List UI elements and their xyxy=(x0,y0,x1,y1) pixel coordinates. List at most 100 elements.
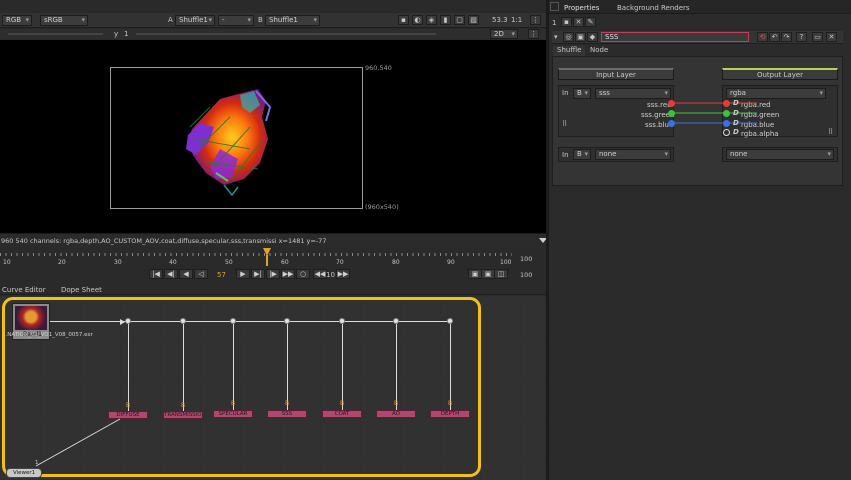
first-frame-icon[interactable]: |◀ xyxy=(149,269,163,279)
colorspace-dropdown[interactable]: RGB xyxy=(2,15,32,26)
zoom-value[interactable]: 53.3 xyxy=(492,16,508,24)
read-thumbnail xyxy=(15,306,47,330)
node-icon[interactable]: ◎ xyxy=(563,32,574,42)
in1-input-dropdown[interactable]: B xyxy=(573,88,591,99)
a-input-label: A xyxy=(168,16,173,24)
next-keyframe-icon[interactable]: |▶ xyxy=(266,269,280,279)
a-input-dropdown[interactable]: Shuffle1 xyxy=(175,15,215,26)
y-value[interactable]: 1 xyxy=(124,30,128,38)
tab-node[interactable]: Node xyxy=(586,46,612,56)
shuffle-node-transmission[interactable]: TRANSMISSION xyxy=(163,411,203,419)
roi-icon[interactable]: ▢ xyxy=(454,15,465,25)
close-icon[interactable]: ✕ xyxy=(826,32,837,42)
prev-keyframe-icon[interactable]: ◀| xyxy=(164,269,178,279)
in1-layer-dropdown[interactable]: sss xyxy=(595,88,671,99)
step-forward-icon[interactable]: ▶▶ xyxy=(336,269,350,279)
out-red-socket[interactable] xyxy=(723,100,730,107)
output-block-2: none xyxy=(722,147,838,162)
flipbook-icon[interactable]: ▣ xyxy=(468,269,482,279)
viewer-node[interactable]: Viewer1 xyxy=(6,468,42,478)
gain-icon[interactable]: ▪ xyxy=(398,15,409,25)
lock-icon[interactable]: ▪ xyxy=(561,17,572,27)
redo-icon[interactable]: ↷ xyxy=(781,32,792,42)
tab-dope-sheet[interactable]: Dope Sheet xyxy=(61,286,102,294)
out-blue-socket[interactable] xyxy=(723,120,730,127)
tab-properties[interactable]: Properties xyxy=(564,4,599,12)
viewer-panel: RGB sRGB A Shuffle1 - B Shuffle1 ▪ ◐ ◈ ▮… xyxy=(0,0,547,282)
next-frame-icon[interactable]: ▶| xyxy=(251,269,265,279)
shuffle-node-specular[interactable]: SPECULAR xyxy=(213,410,253,418)
timeline-ruler[interactable]: 10 20 30 40 50 60 70 80 90 100 100 xyxy=(0,248,546,266)
undo-icon[interactable]: ↶ xyxy=(769,32,780,42)
in2-layer-dropdown[interactable]: none xyxy=(595,149,671,160)
tick-label: 20 xyxy=(58,259,66,266)
increment-value[interactable]: 10 xyxy=(326,271,335,279)
pencil-icon[interactable]: ✎ xyxy=(585,17,596,27)
out-alpha-socket[interactable] xyxy=(723,129,730,136)
b-input-label: B xyxy=(394,400,399,407)
in2-input-dropdown[interactable]: B xyxy=(573,149,591,160)
current-frame[interactable]: 57 xyxy=(217,271,226,279)
clip-warning-icon[interactable]: ◈ xyxy=(426,15,437,25)
tab-shuffle[interactable]: Shuffle xyxy=(553,46,586,56)
prev-frame-icon[interactable]: ◀ xyxy=(179,269,193,279)
pane-menu-icon[interactable] xyxy=(550,2,559,11)
node-color-icon[interactable]: ◆ xyxy=(587,32,598,42)
collapse-icon[interactable]: ▾ xyxy=(554,33,558,41)
ab-mode-dropdown[interactable]: - xyxy=(218,15,254,26)
viewer-settings-icon[interactable]: ⋮ xyxy=(530,15,541,25)
tab-background-renders[interactable]: Background Renders xyxy=(617,4,690,12)
properties-count[interactable]: 1 xyxy=(552,19,556,27)
exposure-slider[interactable] xyxy=(8,33,103,35)
render-icon[interactable]: ▣ xyxy=(481,269,495,279)
viewer-canvas[interactable]: 960,540 (960x540) xyxy=(0,40,546,233)
branch-pipe xyxy=(128,324,129,411)
end-frame-bottom[interactable]: 100 xyxy=(520,271,532,279)
loop-icon[interactable]: ○ xyxy=(296,269,310,279)
out2-layer-dropdown[interactable]: none xyxy=(726,149,834,160)
step-back-icon[interactable]: ◀◀ xyxy=(313,269,327,279)
b-input-label: B xyxy=(126,402,131,409)
tab-curve-editor[interactable]: Curve Editor xyxy=(2,286,46,294)
drag-handle-icon[interactable]: ⠿ xyxy=(828,128,833,136)
timeline-ticks-line xyxy=(0,253,512,256)
in-label: In xyxy=(562,89,569,97)
end-frame-top[interactable]: 100 xyxy=(520,255,532,263)
node-graph[interactable]: Read1 ...NATION_01_VO1_V08_0057.exr B B … xyxy=(0,296,546,480)
last-frame-icon[interactable]: ▶▶ xyxy=(281,269,295,279)
branch-pipe xyxy=(183,324,184,411)
fps-icon[interactable]: ◫ xyxy=(494,269,508,279)
view-mode-dropdown[interactable]: 2D xyxy=(490,29,518,39)
viewer-pipe xyxy=(35,418,121,467)
read-file-label: ...NATION_01_VO1_V08_0057.exr xyxy=(2,332,93,338)
output-layer-header: Output Layer xyxy=(722,68,838,80)
properties-panel: Properties Background Renders 1 ▪ ✕ ✎ ▾ … xyxy=(549,0,851,480)
out-blue-glyph: D xyxy=(733,119,739,127)
node-name-field[interactable]: SSS xyxy=(601,32,749,42)
in-red-socket[interactable] xyxy=(668,100,675,107)
shuffle-node-sss[interactable]: SSS xyxy=(267,410,307,418)
branch-pipe xyxy=(450,324,451,410)
zebra-icon[interactable]: ▧ xyxy=(468,15,479,25)
in-blue-socket[interactable] xyxy=(668,120,675,127)
out-green-socket[interactable] xyxy=(723,110,730,117)
float-icon[interactable]: ▣ xyxy=(575,32,586,42)
play-forward-icon[interactable]: ▶ xyxy=(236,269,250,279)
b-input-dropdown[interactable]: Shuffle1 xyxy=(265,15,320,26)
revert-icon[interactable]: ⟲ xyxy=(757,32,768,42)
gamma-slider[interactable] xyxy=(136,33,436,35)
shuffle-node-ao[interactable]: AO xyxy=(376,410,416,418)
shuffle-node-depth[interactable]: DEPTH xyxy=(430,410,470,418)
proxy-value[interactable]: 1:1 xyxy=(511,16,522,24)
lut-dropdown[interactable]: sRGB xyxy=(40,15,88,26)
drag-handle-icon[interactable]: ⠿ xyxy=(562,120,567,128)
shuffle-node-coat[interactable]: COAT xyxy=(322,410,362,418)
gamma-icon[interactable]: ◐ xyxy=(412,15,423,25)
clear-panel-icon[interactable]: ✕ xyxy=(573,17,584,27)
play-backward-icon[interactable]: ◁ xyxy=(194,269,208,279)
pause-icon[interactable]: ▮ xyxy=(440,15,451,25)
in-green-socket[interactable] xyxy=(668,110,675,117)
float-panel-icon[interactable]: ▭ xyxy=(812,32,823,42)
help-icon[interactable]: ? xyxy=(796,32,807,42)
viewer-options-icon[interactable]: ⋮ xyxy=(528,29,539,39)
